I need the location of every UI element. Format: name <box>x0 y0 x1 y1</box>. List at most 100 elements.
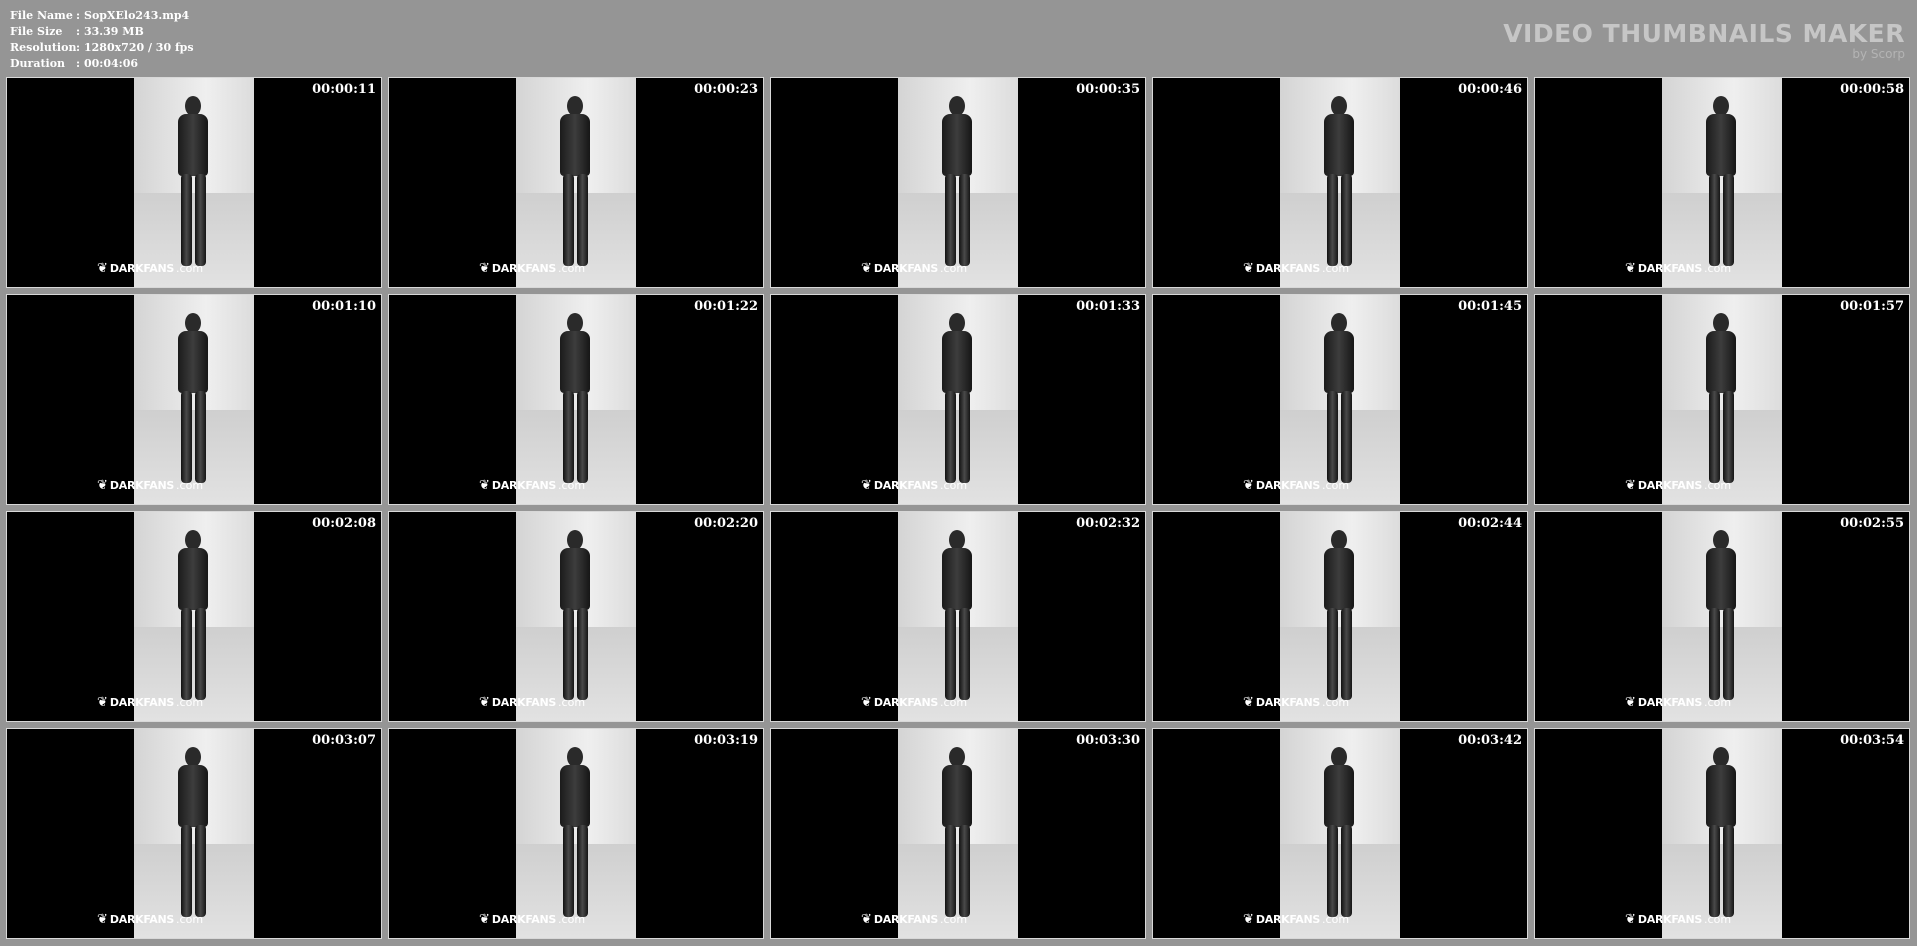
thumbnail-tile[interactable]: 00:00:35 ❦ DARKFANS .com <box>770 77 1146 288</box>
watermark-suffix: .com <box>176 262 204 275</box>
figure-leg-r <box>1341 174 1352 266</box>
info-row-file-name: File Name : SopXElo243.mp4 <box>10 8 194 24</box>
thumbnail-timestamp: 00:00:23 <box>694 82 758 97</box>
thumbnail-tile[interactable]: 00:03:54 ❦ DARKFANS .com <box>1534 728 1910 939</box>
info-separator: : <box>76 25 81 38</box>
watermark-brand: DARKFANS <box>109 696 175 709</box>
thumbnail-timestamp: 00:02:55 <box>1840 516 1904 531</box>
thumbnail-grid: 00:00:11 ❦ DARKFANS .com 00:00:23 ❦ DARKFANS .c… <box>6 77 1912 941</box>
info-separator: : <box>76 9 81 22</box>
figure-leg-r <box>959 825 970 917</box>
video-frame-image <box>1280 512 1400 721</box>
figure-leg-l <box>563 391 574 483</box>
figure-leg-l <box>563 608 574 700</box>
thumbnail-tile[interactable]: 00:03:30 ❦ DARKFANS .com <box>770 728 1146 939</box>
figure-head <box>185 747 201 767</box>
person-figure <box>1320 96 1358 271</box>
thumbnail-tile[interactable]: 00:02:32 ❦ DARKFANS .com <box>770 511 1146 722</box>
info-value: 1280x720 / 30 fps <box>84 41 194 54</box>
person-figure <box>1320 313 1358 488</box>
figure-torso <box>560 548 590 610</box>
darkfans-logo-icon: ❦ <box>1625 478 1636 493</box>
figure-leg-l <box>945 174 956 266</box>
thumbnail-tile[interactable]: 00:00:46 ❦ DARKFANS .com <box>1152 77 1528 288</box>
figure-head <box>567 747 583 767</box>
thumbnail-tile[interactable]: 00:03:19 ❦ DARKFANS .com <box>388 728 764 939</box>
watermark-suffix: .com <box>940 479 968 492</box>
thumbnail-tile[interactable]: 00:01:57 ❦ DARKFANS .com <box>1534 294 1910 505</box>
darkfans-logo-icon: ❦ <box>479 478 490 493</box>
watermark-suffix: .com <box>176 479 204 492</box>
watermark-suffix: .com <box>1704 479 1732 492</box>
thumbnail-tile[interactable]: 00:01:10 ❦ DARKFANS .com <box>6 294 382 505</box>
figure-head <box>1713 530 1729 550</box>
video-frame-image <box>1280 295 1400 504</box>
info-separator: : <box>76 41 81 54</box>
person-figure <box>556 313 594 488</box>
thumbnail-sheet: File Name : SopXElo243.mp4 File Size : 3… <box>0 0 1917 946</box>
figure-head <box>185 96 201 116</box>
video-frame-image <box>1280 78 1400 287</box>
figure-leg-l <box>181 174 192 266</box>
thumbnail-tile[interactable]: 00:00:11 ❦ DARKFANS .com <box>6 77 382 288</box>
thumbnail-tile[interactable]: 00:01:33 ❦ DARKFANS .com <box>770 294 1146 505</box>
darkfans-logo-icon: ❦ <box>479 695 490 710</box>
person-figure <box>938 313 976 488</box>
figure-head <box>567 313 583 333</box>
figure-torso <box>1324 548 1354 610</box>
video-frame-image <box>898 512 1018 721</box>
thumbnail-tile[interactable]: 00:03:07 ❦ DARKFANS .com <box>6 728 382 939</box>
figure-leg-l <box>181 608 192 700</box>
figure-leg-r <box>195 608 206 700</box>
thumbnail-tile[interactable]: 00:02:08 ❦ DARKFANS .com <box>6 511 382 722</box>
thumbnail-tile[interactable]: 00:02:55 ❦ DARKFANS .com <box>1534 511 1910 722</box>
darkfans-logo-icon: ❦ <box>1625 912 1636 927</box>
thumbnail-tile[interactable]: 00:01:22 ❦ DARKFANS .com <box>388 294 764 505</box>
info-label: File Size <box>10 25 63 38</box>
figure-torso <box>178 114 208 176</box>
darkfans-watermark: ❦ DARKFANS .com <box>1625 696 1731 709</box>
thumbnail-tile[interactable]: 00:00:58 ❦ DARKFANS .com <box>1534 77 1910 288</box>
thumbnail-tile[interactable]: 00:02:44 ❦ DARKFANS .com <box>1152 511 1528 722</box>
figure-leg-l <box>563 174 574 266</box>
figure-leg-l <box>1327 391 1338 483</box>
person-figure <box>1702 313 1740 488</box>
watermark-suffix: .com <box>1322 479 1350 492</box>
thumbnail-timestamp: 00:02:08 <box>312 516 376 531</box>
watermark-suffix: .com <box>558 913 586 926</box>
darkfans-watermark: ❦ DARKFANS .com <box>861 262 967 275</box>
darkfans-logo-icon: ❦ <box>97 478 108 493</box>
watermark-brand: DARKFANS <box>873 913 939 926</box>
darkfans-watermark: ❦ DARKFANS .com <box>1625 913 1731 926</box>
thumbnail-timestamp: 00:02:44 <box>1458 516 1522 531</box>
figure-torso <box>942 114 972 176</box>
person-figure <box>938 96 976 271</box>
darkfans-watermark: ❦ DARKFANS .com <box>1243 262 1349 275</box>
watermark-suffix: .com <box>1322 262 1350 275</box>
figure-leg-r <box>195 391 206 483</box>
person-figure <box>174 313 212 488</box>
figure-leg-l <box>181 391 192 483</box>
figure-leg-r <box>1341 391 1352 483</box>
info-row-file-size: File Size : 33.39 MB <box>10 24 194 40</box>
video-frame-image <box>898 295 1018 504</box>
watermark-suffix: .com <box>940 696 968 709</box>
thumbnail-tile[interactable]: 00:00:23 ❦ DARKFANS .com <box>388 77 764 288</box>
info-row-duration: Duration : 00:04:06 <box>10 56 194 72</box>
figure-head <box>949 313 965 333</box>
darkfans-logo-icon: ❦ <box>97 261 108 276</box>
video-frame-image <box>1662 78 1782 287</box>
info-label: Duration <box>10 57 66 70</box>
figure-torso <box>942 765 972 827</box>
brand-subtitle: by Scorp <box>1852 47 1905 61</box>
thumbnail-timestamp: 00:00:11 <box>312 82 376 97</box>
watermark-suffix: .com <box>940 262 968 275</box>
thumbnail-tile[interactable]: 00:02:20 ❦ DARKFANS .com <box>388 511 764 722</box>
thumbnail-timestamp: 00:03:54 <box>1840 733 1904 748</box>
darkfans-logo-icon: ❦ <box>1243 695 1254 710</box>
thumbnail-tile[interactable]: 00:01:45 ❦ DARKFANS .com <box>1152 294 1528 505</box>
video-frame-image <box>1662 512 1782 721</box>
thumbnail-tile[interactable]: 00:03:42 ❦ DARKFANS .com <box>1152 728 1528 939</box>
darkfans-logo-icon: ❦ <box>1625 695 1636 710</box>
watermark-suffix: .com <box>1704 913 1732 926</box>
